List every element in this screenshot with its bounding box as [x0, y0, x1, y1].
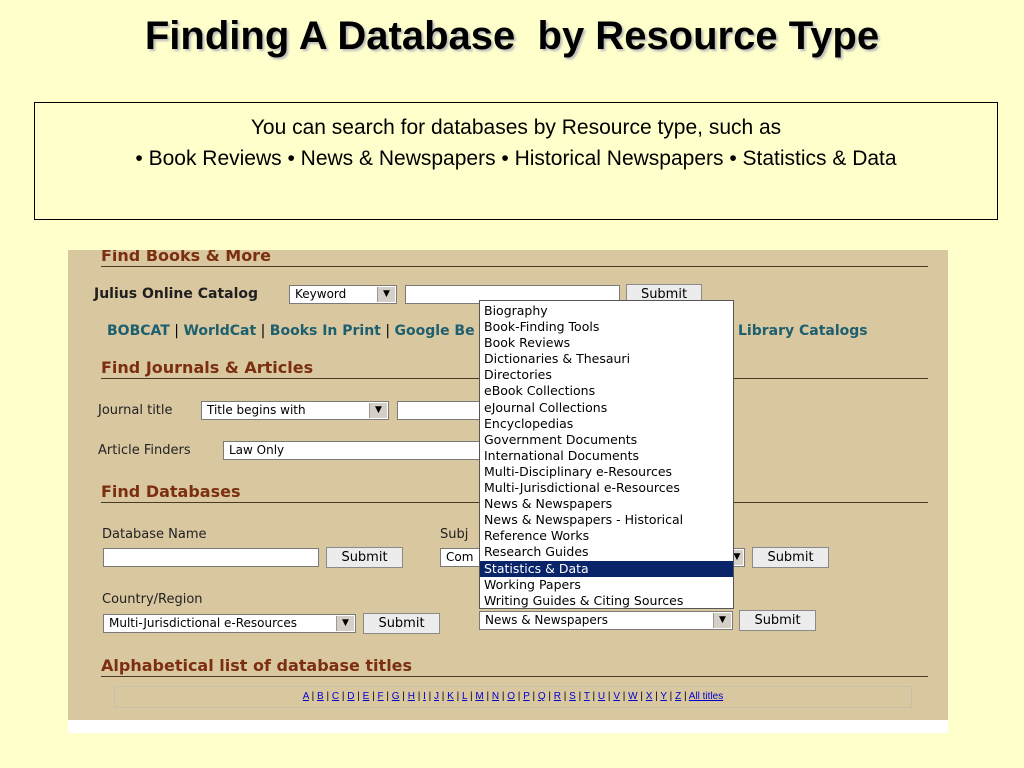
slide-title: Finding A Database by Resource Type	[144, 14, 880, 58]
letter-link-s[interactable]: S	[569, 691, 576, 702]
article-finders-select[interactable]: Law Only	[223, 441, 483, 460]
info-box: You can search for databases by Resource…	[34, 102, 998, 220]
dropdown-option[interactable]: Dictionaries & Thesauri	[480, 351, 733, 367]
databases-heading: Find Databases	[101, 482, 241, 501]
subject-select[interactable]: Com	[440, 548, 480, 567]
info-line-1: You can search for databases by Resource…	[250, 116, 782, 139]
letter-link-m[interactable]: M	[475, 691, 483, 702]
country-region-select[interactable]: Multi-Jurisdictional e-Resources ▼	[103, 614, 356, 633]
letter-link-v[interactable]: V	[613, 691, 620, 702]
screenshot-bottom-strip	[68, 720, 948, 733]
dropdown-option[interactable]: Encyclopedias	[480, 416, 733, 432]
chevron-down-icon[interactable]: ▼	[713, 613, 731, 628]
chevron-down-icon[interactable]: ▼	[369, 403, 387, 418]
subject-select-value: Com	[446, 550, 474, 564]
dropdown-option[interactable]: Working Papers	[480, 577, 733, 593]
catalog-type-value: Keyword	[295, 287, 347, 301]
dropdown-option[interactable]: Research Guides	[480, 544, 733, 560]
dropdown-option[interactable]: eBook Collections	[480, 383, 733, 399]
dropdown-option[interactable]: Book Reviews	[480, 335, 733, 351]
alphabetical-letter-bar: A | B | C | D | E | F | G | H | I | J | …	[114, 686, 912, 708]
dropdown-option[interactable]: Reference Works	[480, 528, 733, 544]
dropdown-option[interactable]: Writing Guides & Citing Sources	[480, 593, 733, 609]
catalog-links: BOBCAT | WorldCat | Books In Print | Goo…	[107, 323, 475, 339]
subject-label: Subj	[440, 527, 469, 542]
letter-link-t[interactable]: T	[584, 691, 590, 702]
link-google-books[interactable]: Google Be	[395, 323, 475, 339]
alphabetical-heading: Alphabetical list of database titles	[101, 656, 413, 675]
resource-type-select-value: News & Newspapers	[485, 613, 608, 627]
letter-link-d[interactable]: D	[347, 691, 354, 702]
letter-link-c[interactable]: C	[332, 691, 339, 702]
alphabetical-rule	[101, 676, 928, 677]
letter-link-h[interactable]: H	[408, 691, 415, 702]
country-region-submit-button[interactable]: Submit	[363, 613, 440, 634]
resource-type-select[interactable]: News & Newspapers ▼	[479, 611, 733, 630]
letter-link-u[interactable]: U	[598, 691, 605, 702]
link-library-catalogs[interactable]: Library Catalogs	[738, 323, 868, 339]
letter-link-l[interactable]: L	[462, 691, 467, 702]
chevron-down-icon[interactable]: ▼	[336, 616, 354, 631]
letter-link-w[interactable]: W	[628, 691, 637, 702]
letter-link-j[interactable]: J	[434, 691, 439, 702]
letter-link-g[interactable]: G	[392, 691, 400, 702]
books-rule	[101, 266, 928, 267]
journal-title-select[interactable]: Title begins with ▼	[201, 401, 389, 420]
subject-submit-button[interactable]: Submit	[752, 547, 829, 568]
letter-link-n[interactable]: N	[492, 691, 499, 702]
dropdown-option[interactable]: News & Newspapers - Historical	[480, 512, 733, 528]
country-region-label: Country/Region	[102, 592, 203, 607]
dropdown-option[interactable]: Multi-Disciplinary e-Resources	[480, 464, 733, 480]
resource-type-dropdown-list[interactable]: Biography Book-Finding Tools Book Reviews D…	[479, 300, 734, 609]
letter-link-a[interactable]: A	[303, 691, 309, 702]
all-titles-link[interactable]: All titles	[689, 691, 723, 702]
dropdown-option[interactable]: Multi-Jurisdictional e-Resources	[480, 480, 733, 496]
letter-link-o[interactable]: O	[507, 691, 515, 702]
country-region-select-value: Multi-Jurisdictional e-Resources	[109, 616, 298, 630]
link-books-in-print[interactable]: Books In Print	[270, 323, 381, 339]
letter-link-x[interactable]: X	[646, 691, 653, 702]
resource-type-submit-button[interactable]: Submit	[739, 610, 816, 631]
article-finders-label: Article Finders	[98, 443, 191, 458]
catalog-type-select[interactable]: Keyword ▼	[289, 285, 397, 304]
dropdown-option[interactable]: Government Documents	[480, 432, 733, 448]
letter-link-y[interactable]: Y	[660, 691, 667, 702]
letter-link-b[interactable]: B	[317, 691, 324, 702]
letter-link-i[interactable]: I	[423, 691, 426, 702]
letter-link-e[interactable]: E	[363, 691, 370, 702]
database-name-submit-button[interactable]: Submit	[326, 547, 403, 568]
dropdown-option[interactable]: eJournal Collections	[480, 400, 733, 416]
books-heading: Find Books & More	[101, 250, 271, 265]
journals-heading: Find Journals & Articles	[101, 358, 314, 377]
library-search-screenshot: Find Books & More Julius Online Catalog …	[68, 250, 948, 733]
journal-title-input[interactable]	[397, 401, 487, 420]
article-finders-select-value: Law Only	[229, 443, 285, 457]
database-name-label: Database Name	[102, 527, 207, 542]
journal-title-select-value: Title begins with	[207, 403, 306, 417]
database-name-input[interactable]	[103, 548, 319, 567]
dropdown-option[interactable]: Directories	[480, 367, 733, 383]
link-worldcat[interactable]: WorldCat	[183, 323, 256, 339]
dropdown-option[interactable]: Book-Finding Tools	[480, 319, 733, 335]
chevron-down-icon[interactable]: ▼	[377, 287, 395, 302]
catalog-label: Julius Online Catalog	[94, 286, 259, 302]
letter-link-k[interactable]: K	[447, 691, 454, 702]
dropdown-option[interactable]: International Documents	[480, 448, 733, 464]
letter-link-z[interactable]: Z	[675, 691, 681, 702]
letter-link-f[interactable]: F	[377, 691, 383, 702]
info-line-2: • Book Reviews • News & Newspapers • His…	[135, 147, 897, 170]
letter-link-q[interactable]: Q	[538, 691, 546, 702]
dropdown-option[interactable]: News & Newspapers	[480, 496, 733, 512]
dropdown-option[interactable]: Biography	[480, 303, 733, 319]
link-bobcat[interactable]: BOBCAT	[107, 323, 170, 339]
dropdown-option[interactable]: Statistics & Data	[480, 560, 733, 577]
letter-link-r[interactable]: R	[554, 691, 561, 702]
letter-link-p[interactable]: P	[523, 691, 530, 702]
journal-title-label: Journal title	[98, 403, 173, 418]
